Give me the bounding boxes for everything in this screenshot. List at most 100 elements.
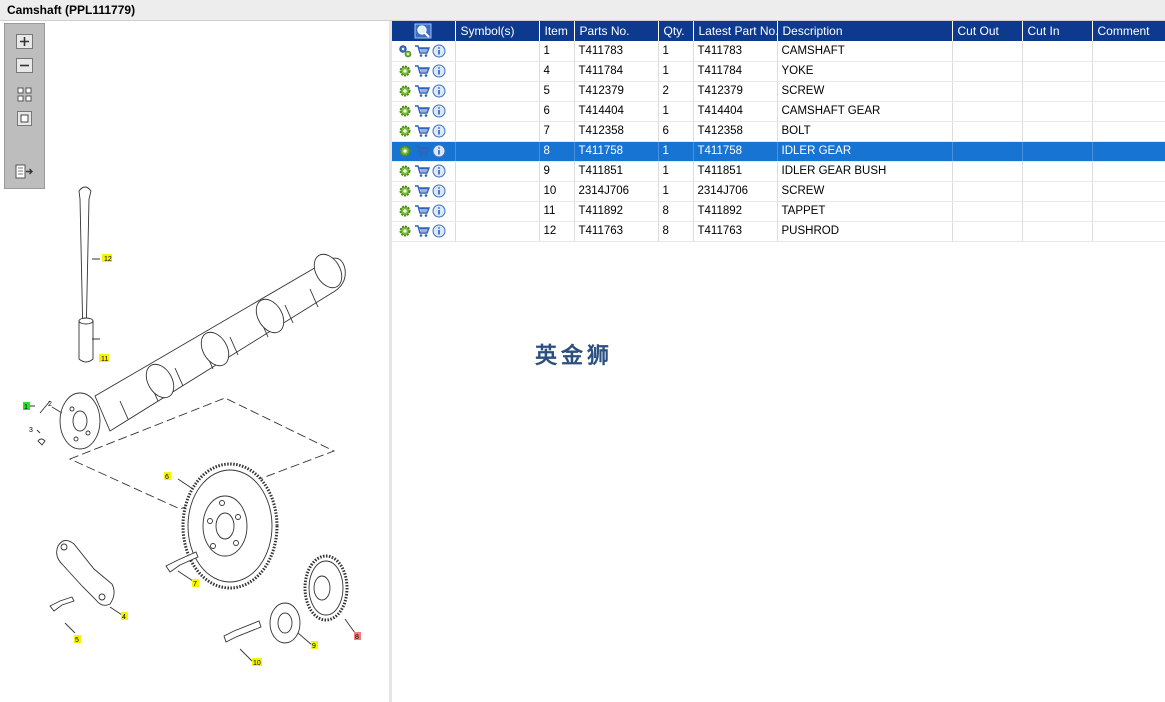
comment-cell	[1092, 101, 1165, 122]
cut-out-cell	[952, 141, 1023, 162]
column-header-latest-part-no[interactable]: Latest Part No.	[693, 21, 778, 41]
cart-icon[interactable]	[414, 104, 430, 118]
info-icon[interactable]	[432, 164, 446, 178]
gear-icon[interactable]	[398, 204, 412, 218]
gear-icon[interactable]	[398, 44, 412, 58]
magnifier-icon	[414, 23, 432, 39]
row-actions-cell	[392, 181, 456, 202]
diagram-pane[interactable]: 12 11 1 2 3 6 7 4 5 8 9 10	[0, 21, 392, 702]
cart-icon[interactable]	[414, 44, 430, 58]
cut-in-cell	[1022, 161, 1093, 182]
column-header-comment[interactable]: Comment	[1092, 21, 1165, 41]
item-cell: 1	[539, 41, 575, 62]
gear-icon[interactable]	[398, 184, 412, 198]
info-icon[interactable]	[432, 124, 446, 138]
comment-cell	[1092, 201, 1165, 222]
column-header-cut-in[interactable]: Cut In	[1022, 21, 1093, 41]
column-header-parts-no[interactable]: Parts No.	[574, 21, 659, 41]
cut-in-cell	[1022, 221, 1093, 242]
gear-icon[interactable]	[398, 64, 412, 78]
row-actions-cell	[392, 221, 456, 242]
description-cell: YOKE	[777, 61, 953, 82]
info-icon[interactable]	[432, 184, 446, 198]
column-header-cut-out[interactable]: Cut Out	[952, 21, 1023, 41]
cut-out-cell	[952, 181, 1023, 202]
cart-icon[interactable]	[414, 184, 430, 198]
gear-icon[interactable]	[398, 84, 412, 98]
latest-part-no-cell: T412379	[693, 81, 778, 102]
qty-cell: 1	[658, 41, 694, 62]
table-row[interactable]: 7 T412358 6 T412358 BOLT	[392, 121, 1165, 142]
info-icon[interactable]	[432, 204, 446, 218]
svg-text:6: 6	[165, 474, 169, 481]
symbols-cell	[455, 201, 540, 222]
cart-icon[interactable]	[414, 204, 430, 218]
table-row[interactable]: 5 T412379 2 T412379 SCREW	[392, 81, 1165, 102]
latest-part-no-cell: T411784	[693, 61, 778, 82]
cart-icon[interactable]	[414, 164, 430, 178]
window-titlebar: Camshaft (PPL111779)	[0, 0, 1165, 21]
svg-text:7: 7	[193, 581, 197, 588]
table-row[interactable]: 8 T411758 1 T411758 IDLER GEAR	[392, 141, 1165, 162]
column-header-qty[interactable]: Qty.	[658, 21, 694, 41]
qty-cell: 1	[658, 181, 694, 202]
info-icon[interactable]	[432, 104, 446, 118]
info-icon[interactable]	[432, 64, 446, 78]
table-row[interactable]: 1 T411783 1 T411783 CAMSHAFT	[392, 41, 1165, 62]
table-row[interactable]: 10 2314J706 1 2314J706 SCREW	[392, 181, 1165, 202]
symbols-cell	[455, 161, 540, 182]
column-header-search[interactable]	[392, 21, 456, 41]
latest-part-no-cell: T411851	[693, 161, 778, 182]
svg-text:4: 4	[122, 614, 126, 621]
cart-icon[interactable]	[414, 124, 430, 138]
column-header-symbols[interactable]: Symbol(s)	[455, 21, 540, 41]
info-icon[interactable]	[432, 144, 446, 158]
cut-out-cell	[952, 121, 1023, 142]
table-row[interactable]: 4 T411784 1 T411784 YOKE	[392, 61, 1165, 82]
row-actions-cell	[392, 41, 456, 62]
cart-icon[interactable]	[414, 64, 430, 78]
cut-in-cell	[1022, 61, 1093, 82]
gear-icon[interactable]	[398, 144, 412, 158]
info-icon[interactable]	[432, 44, 446, 58]
row-actions-cell	[392, 81, 456, 102]
info-icon[interactable]	[432, 84, 446, 98]
qty-cell: 2	[658, 81, 694, 102]
symbols-cell	[455, 101, 540, 122]
table-row[interactable]: 9 T411851 1 T411851 IDLER GEAR BUSH	[392, 161, 1165, 182]
gear-icon[interactable]	[398, 224, 412, 238]
gear-icon[interactable]	[398, 104, 412, 118]
table-row[interactable]: 11 T411892 8 T411892 TAPPET	[392, 201, 1165, 222]
table-row[interactable]: 12 T411763 8 T411763 PUSHROD	[392, 221, 1165, 242]
column-header-item[interactable]: Item	[539, 21, 575, 41]
cut-out-cell	[952, 41, 1023, 62]
symbols-cell	[455, 121, 540, 142]
cut-in-cell	[1022, 201, 1093, 222]
gear-icon[interactable]	[398, 164, 412, 178]
qty-cell: 8	[658, 221, 694, 242]
column-header-description[interactable]: Description	[777, 21, 953, 41]
callout-2[interactable]: 2	[48, 401, 52, 408]
svg-text:12: 12	[104, 256, 112, 263]
item-cell: 5	[539, 81, 575, 102]
row-actions-cell	[392, 121, 456, 142]
item-cell: 9	[539, 161, 575, 182]
cart-icon[interactable]	[414, 144, 430, 158]
description-cell: CAMSHAFT	[777, 41, 953, 62]
symbols-cell	[455, 61, 540, 82]
callout-3[interactable]: 3	[29, 427, 33, 434]
comment-cell	[1092, 141, 1165, 162]
svg-text:9: 9	[312, 643, 316, 650]
qty-cell: 1	[658, 141, 694, 162]
row-actions-cell	[392, 101, 456, 122]
parts-no-cell: T412358	[574, 121, 659, 142]
gear-icon[interactable]	[398, 124, 412, 138]
cart-icon[interactable]	[414, 84, 430, 98]
item-cell: 7	[539, 121, 575, 142]
cart-icon[interactable]	[414, 224, 430, 238]
table-row[interactable]: 6 T414404 1 T414404 CAMSHAFT GEAR	[392, 101, 1165, 122]
svg-text:1: 1	[24, 404, 28, 411]
svg-text:5: 5	[75, 637, 79, 644]
qty-cell: 6	[658, 121, 694, 142]
info-icon[interactable]	[432, 224, 446, 238]
